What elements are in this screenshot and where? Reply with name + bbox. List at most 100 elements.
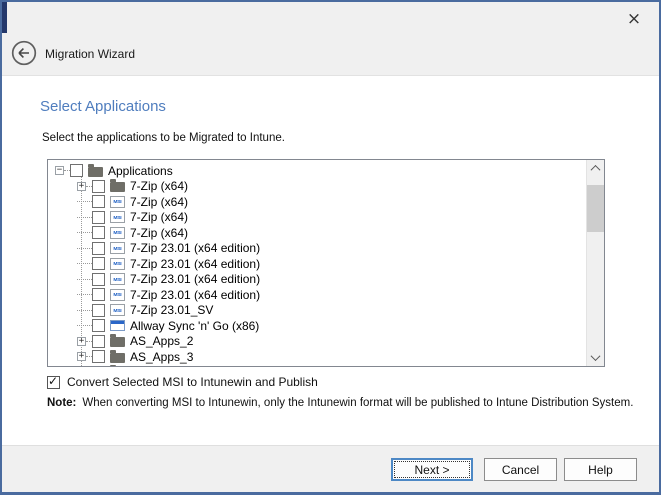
tree-row: +7-Zip (x64) [48,179,587,195]
folder-icon [110,182,125,192]
tree-item-checkbox[interactable] [70,164,83,177]
tree-row: MSI 7-Zip 23.01 (x64 edition) [48,241,587,257]
msi-icon-text: MSI [114,276,122,282]
tree-item-checkbox[interactable] [92,242,105,255]
tree-connector-dots [77,279,92,280]
tree-item-label[interactable]: 7-Zip (x64) [130,226,188,240]
tree-item-label[interactable]: AS_Apps_3 [130,350,193,364]
tree-row: MSI 7-Zip (x64) [48,210,587,226]
msi-icon: MSI [110,242,125,254]
tree-item-checkbox[interactable] [92,180,105,193]
msi-icon: MSI [110,196,125,208]
msi-icon-text: MSI [114,214,122,220]
tree-item-checkbox[interactable] [92,319,105,332]
msi-icon: MSI [110,227,125,239]
tree-item-label[interactable]: 7-Zip 23.01 (x64 edition) [130,257,260,271]
chevron-up-icon [591,165,601,175]
tree-item-label[interactable]: AS4 [130,365,153,366]
scrollbar-down-button[interactable] [587,349,604,366]
checkmark-icon: ✓ [48,374,58,388]
note-label: Note: [47,397,76,409]
cancel-button[interactable]: Cancel [484,458,557,481]
tree-row: MSI 7-Zip 23.01 (x64 edition) [48,287,587,303]
note-body: When converting MSI to Intunewin, only t… [82,397,633,409]
tree-row: MSI 7-Zip (x64) [48,194,587,210]
app-icon [110,320,125,331]
tree-item-checkbox[interactable] [92,350,105,363]
tree-item-label[interactable]: 7-Zip 23.01 (x64 edition) [130,241,260,255]
tree-connector-dots [77,201,92,202]
tree-item-label[interactable]: 7-Zip (x64) [130,179,188,193]
app-icon-fragment [2,2,7,33]
msi-icon: MSI [110,258,125,270]
applications-tree-rows: −Applications+7-Zip (x64)MSI7-Zip (x64)M… [48,160,587,366]
tree-item-label[interactable]: 7-Zip (x64) [130,195,188,209]
collapse-toggle-icon[interactable]: − [55,166,64,175]
tree-row: + AS_Apps_3 [48,349,587,365]
tree-item-checkbox[interactable] [92,257,105,270]
expand-toggle-icon[interactable]: + [77,337,86,346]
next-button[interactable]: Next > [391,458,473,481]
tree-item-label[interactable]: 7-Zip 23.01 (x64 edition) [130,272,260,286]
expand-toggle-icon[interactable]: + [77,182,86,191]
tree-row: MSI 7-Zip 23.01 (x64 edition) [48,256,587,272]
tree-item-label[interactable]: Allway Sync 'n' Go (x86) [130,319,259,333]
tree-row: + AS_Apps_2 [48,334,587,350]
msi-icon-text: MSI [114,261,122,267]
tree-item-checkbox[interactable] [92,211,105,224]
migration-wizard-window: × Migration Wizard Select Applications S… [0,0,661,495]
wizard-header: Migration Wizard [2,33,659,76]
tree-connector-dots [77,232,92,233]
msi-icon: MSI [110,289,125,301]
button-bar: Next > Cancel Help [2,445,659,492]
note-text: Note: When converting MSI to Intunewin, o… [47,397,633,409]
tree-connector-dots [77,248,92,249]
scrollbar-thumb[interactable] [587,185,604,232]
msi-icon: MSI [110,273,125,285]
convert-msi-option[interactable]: ✓ Convert Selected MSI to Intunewin and … [47,375,318,389]
convert-msi-label: Convert Selected MSI to Intunewin and Pu… [67,375,318,389]
wizard-page: Select Applications Select the applicati… [2,76,659,446]
tree-item-label[interactable]: 7-Zip (x64) [130,210,188,224]
page-title: Select Applications [40,98,166,115]
tree-item-checkbox[interactable] [92,226,105,239]
tree-row: Allway Sync 'n' Go (x86) [48,318,587,334]
tree-item-label[interactable]: 7-Zip 23.01 (x64 edition) [130,288,260,302]
msi-icon-text: MSI [114,199,122,205]
tree-connector-dots [77,325,92,326]
tree-scrollbar[interactable] [586,160,604,366]
tree-connector-dots [77,294,92,295]
tree-row: +AS4 [48,365,587,367]
back-button[interactable] [11,41,37,67]
tree-item-label[interactable]: Applications [108,164,173,178]
tree-item-label[interactable]: AS_Apps_2 [130,334,193,348]
tree-row: − Applications [48,163,587,179]
convert-msi-checkbox[interactable]: ✓ [47,376,60,389]
tree-item-label[interactable]: 7-Zip 23.01_SV [130,303,213,317]
tree-connector-dots [77,263,92,264]
msi-icon-text: MSI [114,292,122,298]
folder-icon [110,337,125,347]
wizard-title: Migration Wizard [45,47,135,61]
tree-row: MSI 7-Zip 23.01_SV [48,303,587,319]
tree-item-checkbox[interactable] [92,195,105,208]
tree-connector-dots [77,310,92,311]
scrollbar-up-button[interactable] [587,160,604,177]
tree-item-checkbox[interactable] [92,288,105,301]
msi-icon: MSI [110,304,125,316]
instruction-text: Select the applications to be Migrated t… [42,132,285,144]
close-button[interactable]: × [619,6,649,30]
tree-item-checkbox[interactable] [92,335,105,348]
help-button[interactable]: Help [564,458,637,481]
msi-icon-text: MSI [114,230,122,236]
tree-connector-dots [77,217,92,218]
msi-icon-text: MSI [114,307,122,313]
tree-item-checkbox[interactable] [92,273,105,286]
chevron-down-icon [591,351,601,361]
tree-item-checkbox[interactable] [92,304,105,317]
back-arrow-icon [11,40,37,69]
tree-row: MSI 7-Zip (x64) [48,225,587,241]
folder-icon [110,353,125,363]
msi-icon-text: MSI [114,245,122,251]
expand-toggle-icon[interactable]: + [77,352,86,361]
